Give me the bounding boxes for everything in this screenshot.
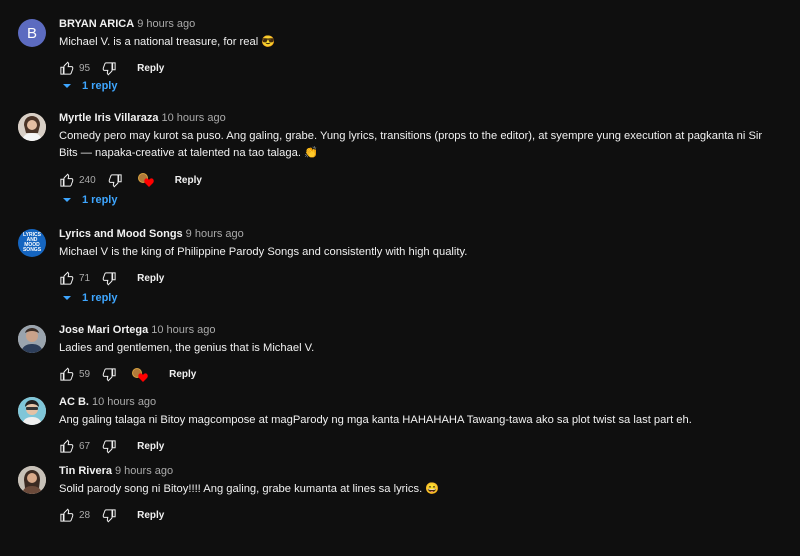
avatar-photo (18, 397, 46, 425)
thumbs-down-icon (102, 62, 116, 76)
avatar[interactable] (18, 466, 46, 494)
avatar[interactable] (18, 113, 46, 141)
comment-text: Comedy pero may kurot sa puso. Ang galin… (59, 130, 763, 159)
comment-text: Ang galing talaga ni Bitoy magcompose at… (59, 414, 692, 426)
dislike-button[interactable] (108, 173, 123, 188)
dislike-button[interactable] (102, 271, 117, 286)
dislike-button[interactable] (102, 508, 117, 523)
like-count: 28 (79, 510, 91, 521)
chevron-down-icon (63, 296, 71, 300)
like-count: 71 (79, 273, 91, 284)
thumbs-up-icon (60, 61, 74, 75)
reply-button[interactable]: Reply (137, 273, 164, 284)
thumbs-up-icon (60, 508, 74, 522)
reply-button[interactable]: Reply (137, 441, 164, 452)
avatar[interactable] (18, 397, 46, 425)
reply-button[interactable]: Reply (137, 510, 164, 521)
replies-toggle[interactable]: 1 reply (62, 194, 117, 206)
dislike-button[interactable] (102, 439, 117, 454)
thumbs-down-icon (102, 509, 116, 523)
comment-author[interactable]: Tin Rivera (59, 465, 112, 477)
chevron-down-icon (63, 198, 71, 202)
like-count: 59 (79, 369, 91, 380)
comment-time[interactable]: 9 hours ago (137, 18, 195, 30)
like-button[interactable]: 95 (59, 61, 90, 76)
comment-time[interactable]: 9 hours ago (186, 228, 244, 240)
reply-button[interactable]: Reply (137, 63, 164, 74)
replies-toggle[interactable]: 1 reply (62, 80, 117, 92)
reply-button[interactable]: Reply (175, 175, 202, 186)
like-count: 67 (79, 441, 91, 452)
chevron-down-icon (63, 84, 71, 88)
thumbs-up-icon (60, 172, 74, 187)
comment-time[interactable]: 10 hours ago (92, 396, 156, 408)
avatar-photo (18, 466, 46, 494)
like-button[interactable]: 71 (59, 271, 90, 286)
thumbs-up-icon (60, 271, 74, 285)
thumbs-down-icon (102, 368, 116, 382)
comment-author[interactable]: BRYAN ARICA (59, 18, 134, 30)
avatar[interactable]: LYRICS AND MOOD SONGS (18, 229, 46, 257)
like-button[interactable]: 67 (59, 439, 90, 454)
replies-toggle[interactable]: 1 reply (62, 292, 117, 304)
thumbs-down-icon (102, 440, 116, 454)
comment-author[interactable]: Myrtle Iris Villaraza (59, 112, 158, 124)
comment-text: Michael V. is a national treasure, for r… (59, 36, 276, 48)
comment-text: Michael V is the king of Philippine Paro… (59, 246, 468, 258)
avatar[interactable] (18, 325, 46, 353)
creator-heart-icon (131, 367, 149, 383)
comment-text: Solid parody song ni Bitoy!!!! Ang galin… (59, 483, 440, 495)
comment-time[interactable]: 10 hours ago (151, 324, 215, 336)
like-button[interactable]: 59 (59, 367, 90, 382)
comment-author[interactable]: Jose Mari Ortega (59, 324, 148, 336)
avatar-photo (18, 113, 46, 141)
avatar[interactable]: B (18, 19, 46, 47)
like-button[interactable]: 28 (59, 508, 90, 523)
thumbs-down-icon (108, 173, 122, 188)
comment-text: Ladies and gentlemen, the genius that is… (59, 342, 315, 354)
creator-heart-icon (137, 172, 155, 188)
like-count: 95 (79, 63, 91, 74)
reply-button[interactable]: Reply (169, 369, 196, 380)
dislike-button[interactable] (102, 61, 117, 76)
thumbs-down-icon (102, 272, 116, 286)
dislike-button[interactable] (102, 367, 117, 382)
like-button[interactable]: 240 (59, 172, 96, 188)
thumbs-up-icon (60, 439, 74, 453)
comment-time[interactable]: 9 hours ago (115, 465, 173, 477)
thumbs-up-icon (60, 367, 74, 381)
like-count: 240 (79, 174, 96, 186)
comment-time[interactable]: 10 hours ago (161, 112, 225, 124)
comment-author[interactable]: Lyrics and Mood Songs (59, 228, 183, 240)
comment-author[interactable]: AC B. (59, 396, 89, 408)
avatar-photo (18, 325, 46, 353)
